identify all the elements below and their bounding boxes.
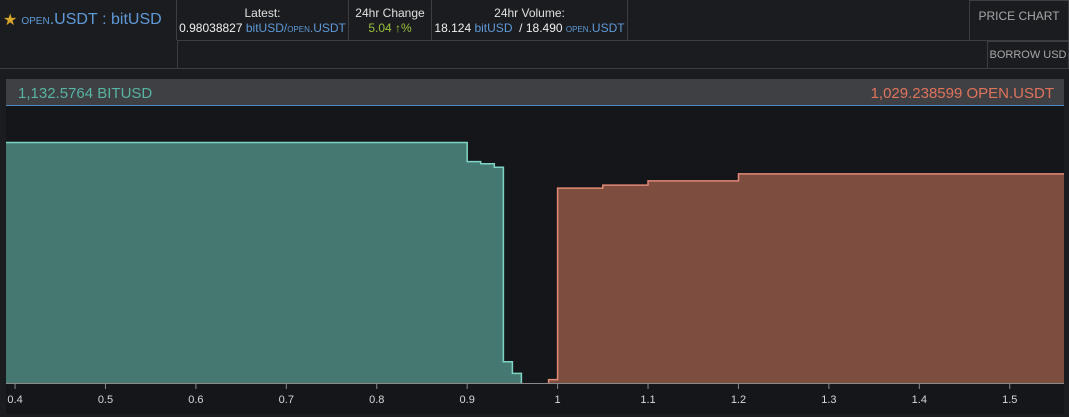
depth-chart: 1,132.5764 BITUSD 1,029.238599 OPEN.USDT…: [6, 79, 1064, 414]
ask-depth-area: [548, 173, 1064, 383]
x-axis-tick-label: 1.4: [912, 394, 927, 406]
bid-depth-area: [6, 142, 522, 383]
depth-chart-plot[interactable]: 0.4 0.5 0.6 0.7 0.8 0.9 1 1.1 1.2 1.3 1.4 1.5: [6, 79, 1064, 414]
borrow-usd-button[interactable]: BORROW USD: [987, 41, 1069, 69]
x-axis-tick-label: 1.3: [821, 394, 836, 406]
change-number: 5.04: [368, 21, 392, 35]
x-axis-tick-label: 0.4: [7, 394, 22, 406]
volume-base-value: 18.490: [525, 21, 563, 35]
x-axis-tick-label: 1.1: [640, 394, 655, 406]
header-divider-vertical: [177, 40, 178, 69]
x-axis-tick-label: 1: [555, 394, 561, 406]
volume-separator: /: [515, 21, 526, 35]
volume-value: 18.124 bitUSD / 18.490 OPEN.USDT: [432, 21, 627, 37]
x-axis-tick-label: 1.5: [1002, 394, 1017, 406]
price-chart-button[interactable]: PRICE CHART: [969, 0, 1069, 41]
change-stat: 24hr Change 5.04 ↑%: [349, 0, 432, 40]
latest-base-unit: .USDT: [309, 21, 346, 35]
latest-value: 0.98038827 bitUSD/OPEN.USDT: [177, 21, 348, 37]
change-unit: %: [401, 21, 412, 35]
x-axis-tick-label: 0.5: [98, 394, 113, 406]
volume-base-unit: .USDT: [588, 21, 625, 35]
pair-separator: :: [97, 11, 112, 28]
x-axis-tick-label: 1.2: [731, 394, 746, 406]
x-axis-tick-label: 0.7: [279, 394, 294, 406]
volume-base-prefix: OPEN: [565, 25, 589, 34]
market-header: ★ OPEN .USDT : bitUSD Latest: 0.98038827…: [0, 0, 1069, 69]
pair-base: .USDT: [49, 11, 98, 28]
x-axis-tick-label: 0.6: [188, 394, 203, 406]
pair-quote: bitUSD: [111, 11, 162, 28]
volume-label: 24hr Volume:: [494, 6, 565, 20]
latest-label: Latest:: [244, 6, 281, 20]
star-icon[interactable]: ★: [3, 10, 17, 30]
x-axis-tick-label: 0.9: [460, 394, 475, 406]
change-value: 5.04 ↑%: [349, 21, 431, 36]
volume-quote-value: 18.124: [434, 21, 472, 35]
volume-quote-unit: bitUSD: [474, 21, 513, 35]
volume-stat: 24hr Volume: 18.124 bitUSD / 18.490 OPEN…: [432, 0, 628, 40]
change-label: 24hr Change: [355, 6, 425, 20]
pair-base-prefix: OPEN: [21, 16, 50, 27]
latest-quote-unit: bitUSD/: [245, 21, 288, 35]
latest-base-prefix: OPEN: [287, 25, 310, 34]
latest-price-stat: Latest: 0.98038827 bitUSD/OPEN.USDT: [177, 0, 349, 40]
market-pair-title[interactable]: ★ OPEN .USDT : bitUSD: [0, 0, 177, 40]
x-axis-tick-label: 0.8: [369, 394, 384, 406]
header-divider: [177, 40, 987, 41]
latest-price: 0.98038827: [179, 21, 243, 35]
